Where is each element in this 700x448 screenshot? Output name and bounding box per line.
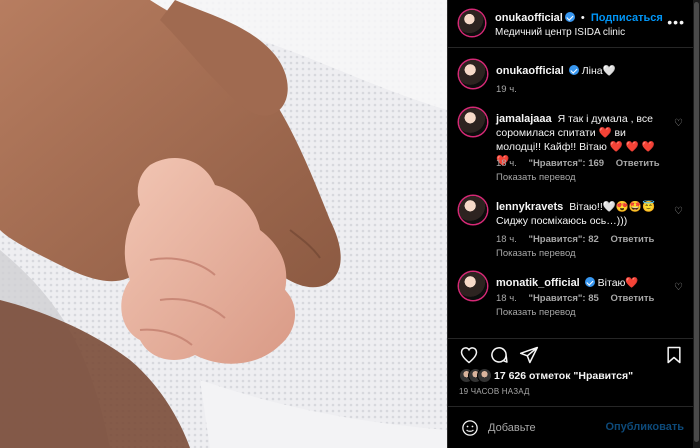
show-translation-link[interactable]: Показать перевод <box>496 248 576 259</box>
comment-username[interactable]: monatik_official <box>496 277 580 289</box>
comment-like-heart-icon[interactable]: ♡ <box>674 118 683 129</box>
liker-avatar <box>477 368 492 383</box>
post-photo[interactable] <box>0 0 447 448</box>
author-avatar[interactable] <box>459 10 485 36</box>
separator-dot: • <box>580 12 585 24</box>
instagram-post-viewer: onukaofficial • Подписаться Медичний цен… <box>0 0 700 448</box>
publish-button[interactable]: Опубликовать <box>605 421 684 433</box>
post-actions <box>448 338 694 370</box>
comment-item: lennykravets Вітаю!!🤍😍🤩😇 Сиджу посміхаюс… <box>448 196 694 266</box>
comment-avatar[interactable] <box>459 272 487 300</box>
comment-time[interactable]: 18 ч. <box>496 293 517 304</box>
follow-button[interactable]: Подписаться <box>591 12 663 24</box>
verified-badge-icon <box>564 12 575 22</box>
post-side-panel: onukaofficial • Подписаться Медичний цен… <box>447 0 700 448</box>
comment-meta: 18 ч. "Нравится": 85 Ответить <box>496 293 663 304</box>
reply-button[interactable]: Ответить <box>610 293 654 304</box>
comment-body: monatik_official Вітаю❤️ <box>496 276 668 290</box>
caption-meta: 19 ч. <box>496 84 526 95</box>
comment-bubble-icon[interactable] <box>489 345 509 365</box>
comment-time[interactable]: 18 ч. <box>496 158 517 169</box>
caption-username[interactable]: onukaofficial <box>496 65 564 77</box>
comment-text: Вітаю❤️ <box>597 277 639 289</box>
scrollbar-track[interactable] <box>693 0 700 448</box>
show-translation-link[interactable]: Показать перевод <box>496 172 576 183</box>
comment-meta: 18 ч. "Нравится": 82 Ответить <box>496 234 663 245</box>
verified-badge-icon <box>568 65 579 75</box>
comment-username[interactable]: jamalajaaa <box>496 113 552 125</box>
comments-list[interactable]: onukaofficial Ліна🤍 19 ч. jamalajaaa Я т… <box>448 48 694 338</box>
comment-item: jamalajaaa Я так і думала , все соромила… <box>448 108 694 190</box>
comment-avatar[interactable] <box>459 196 487 224</box>
location-link[interactable]: Медичний центр ISIDA clinic <box>495 27 625 38</box>
comment-likes[interactable]: "Нравится": 85 <box>528 293 598 304</box>
show-translation-link[interactable]: Показать перевод <box>496 307 576 318</box>
caption: onukaofficial Ліна🤍 19 ч. <box>448 60 694 100</box>
author-line: onukaofficial • Подписаться <box>495 12 663 24</box>
emoji-smile-icon[interactable] <box>461 419 479 437</box>
add-comment-bar: Опубликовать <box>448 406 694 448</box>
likes-summary[interactable]: 17 626 отметок "Нравится" <box>459 368 689 386</box>
likes-count[interactable]: 17 626 отметок "Нравится" <box>494 370 633 382</box>
comment-body: lennykravets Вітаю!!🤍😍🤩😇 Сиджу посміхаюс… <box>496 200 668 228</box>
more-horizontal-icon[interactable]: ••• <box>667 14 685 30</box>
photo-illustration <box>0 0 447 448</box>
comment-time[interactable]: 18 ч. <box>496 234 517 245</box>
caption-time[interactable]: 19 ч. <box>496 84 517 95</box>
bookmark-icon[interactable] <box>664 345 684 365</box>
comment-likes[interactable]: "Нравится": 82 <box>528 234 598 245</box>
share-send-icon[interactable] <box>519 345 539 365</box>
caption-text: Ліна <box>581 65 603 77</box>
comment-avatar[interactable] <box>459 108 487 136</box>
verified-badge-icon <box>584 277 595 287</box>
post-header: onukaofficial • Подписаться Медичний цен… <box>448 0 694 48</box>
comment-like-heart-icon[interactable]: ♡ <box>674 282 683 293</box>
comment-meta: 18 ч. "Нравится": 169 Ответить <box>496 158 669 169</box>
caption-emoji: 🤍 <box>602 65 616 77</box>
caption-avatar[interactable] <box>459 60 487 88</box>
like-heart-icon[interactable] <box>459 345 479 365</box>
reply-button[interactable]: Ответить <box>610 234 654 245</box>
caption-body: onukaofficial Ліна🤍 <box>496 64 668 78</box>
reply-button[interactable]: Ответить <box>616 158 660 169</box>
author-username[interactable]: onukaofficial <box>495 12 563 24</box>
comment-username[interactable]: lennykravets <box>496 201 563 213</box>
comment-like-heart-icon[interactable]: ♡ <box>674 206 683 217</box>
comment-likes[interactable]: "Нравится": 169 <box>528 158 604 169</box>
scrollbar-thumb[interactable] <box>694 2 699 442</box>
comment-item: monatik_official Вітаю❤️ 18 ч. "Нравится… <box>448 272 694 332</box>
post-time-ago[interactable]: 19 ЧАСОВ НАЗАД <box>459 387 530 396</box>
